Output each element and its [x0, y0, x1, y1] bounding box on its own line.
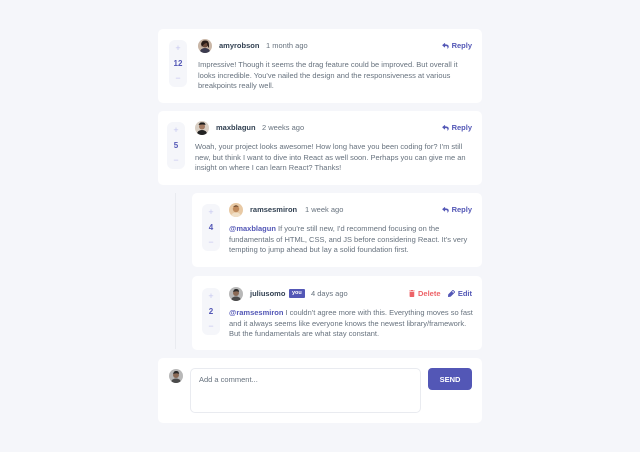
comment-card: + 5 − maxblagun 2 weeks ago Reply Woah, …: [158, 111, 482, 185]
reply-arrow-icon: [441, 124, 449, 131]
vote-score: 12: [173, 58, 183, 68]
reply-label: Reply: [451, 41, 472, 50]
reply-button[interactable]: Reply: [441, 41, 472, 50]
reply-arrow-icon: [441, 206, 449, 213]
edit-label: Edit: [457, 289, 472, 298]
downvote-button[interactable]: −: [175, 74, 180, 83]
reply-card: + 4 − ramsesmiron 1 week ago Reply @maxb…: [192, 193, 482, 267]
comment-text: Impressive! Though it seems the drag fea…: [198, 60, 458, 90]
comment-username[interactable]: ramsesmiron: [250, 206, 297, 214]
comment-username[interactable]: amyrobson: [219, 42, 259, 50]
add-comment-card: SEND: [158, 358, 482, 423]
edit-button[interactable]: Edit: [447, 289, 472, 298]
avatar: [195, 121, 209, 135]
you-badge: you: [289, 289, 305, 298]
avatar: [169, 369, 183, 383]
reply-card: + 2 − juliusomo you 4 days ago Delete Ed…: [192, 276, 482, 350]
delete-button[interactable]: Delete: [409, 290, 441, 298]
comment-card: + 12 − amyrobson 1 month ago Reply Impre…: [158, 29, 482, 103]
upvote-button[interactable]: +: [175, 44, 180, 53]
mention-link[interactable]: @ramsesmiron: [229, 308, 283, 317]
upvote-button[interactable]: +: [173, 126, 178, 135]
vote-score: 4: [208, 222, 214, 232]
reply-label: Reply: [451, 123, 472, 132]
comment-username[interactable]: maxblagun: [216, 124, 256, 132]
avatar: [229, 287, 243, 301]
mention-link[interactable]: @maxblagun: [229, 224, 276, 233]
pencil-icon: [447, 290, 455, 298]
reply-thread-line: [175, 193, 176, 349]
comment-text: @maxblagun If you're still new, I'd reco…: [229, 224, 474, 256]
vote-score: 5: [173, 140, 179, 150]
upvote-button[interactable]: +: [208, 292, 213, 301]
reply-label: Reply: [451, 205, 472, 214]
downvote-button[interactable]: −: [173, 156, 178, 165]
comment-input[interactable]: [190, 368, 421, 413]
vote-counter: + 4 −: [202, 204, 220, 251]
downvote-button[interactable]: −: [208, 238, 213, 247]
vote-counter: + 2 −: [202, 288, 220, 335]
trash-icon: [409, 290, 415, 298]
reply-button[interactable]: Reply: [441, 205, 472, 214]
vote-score: 2: [208, 306, 214, 316]
comment-username[interactable]: juliusomo: [250, 290, 285, 298]
vote-counter: + 12 −: [169, 40, 187, 87]
vote-counter: + 5 −: [167, 122, 185, 169]
comment-date: 1 week ago: [305, 205, 344, 214]
reply-button[interactable]: Reply: [441, 123, 472, 132]
comment-text: @ramsesmiron I couldn't agree more with …: [229, 308, 474, 340]
avatar: [198, 39, 212, 53]
downvote-button[interactable]: −: [208, 322, 213, 331]
comment-date: 2 weeks ago: [262, 123, 305, 132]
comment-text: Woah, your project looks awesome! How lo…: [195, 142, 466, 172]
avatar: [229, 203, 243, 217]
reply-arrow-icon: [441, 42, 449, 49]
comment-date: 4 days ago: [311, 289, 348, 298]
comment-date: 1 month ago: [266, 41, 308, 50]
delete-label: Delete: [418, 289, 441, 298]
send-button[interactable]: SEND: [428, 368, 472, 390]
upvote-button[interactable]: +: [208, 208, 213, 217]
